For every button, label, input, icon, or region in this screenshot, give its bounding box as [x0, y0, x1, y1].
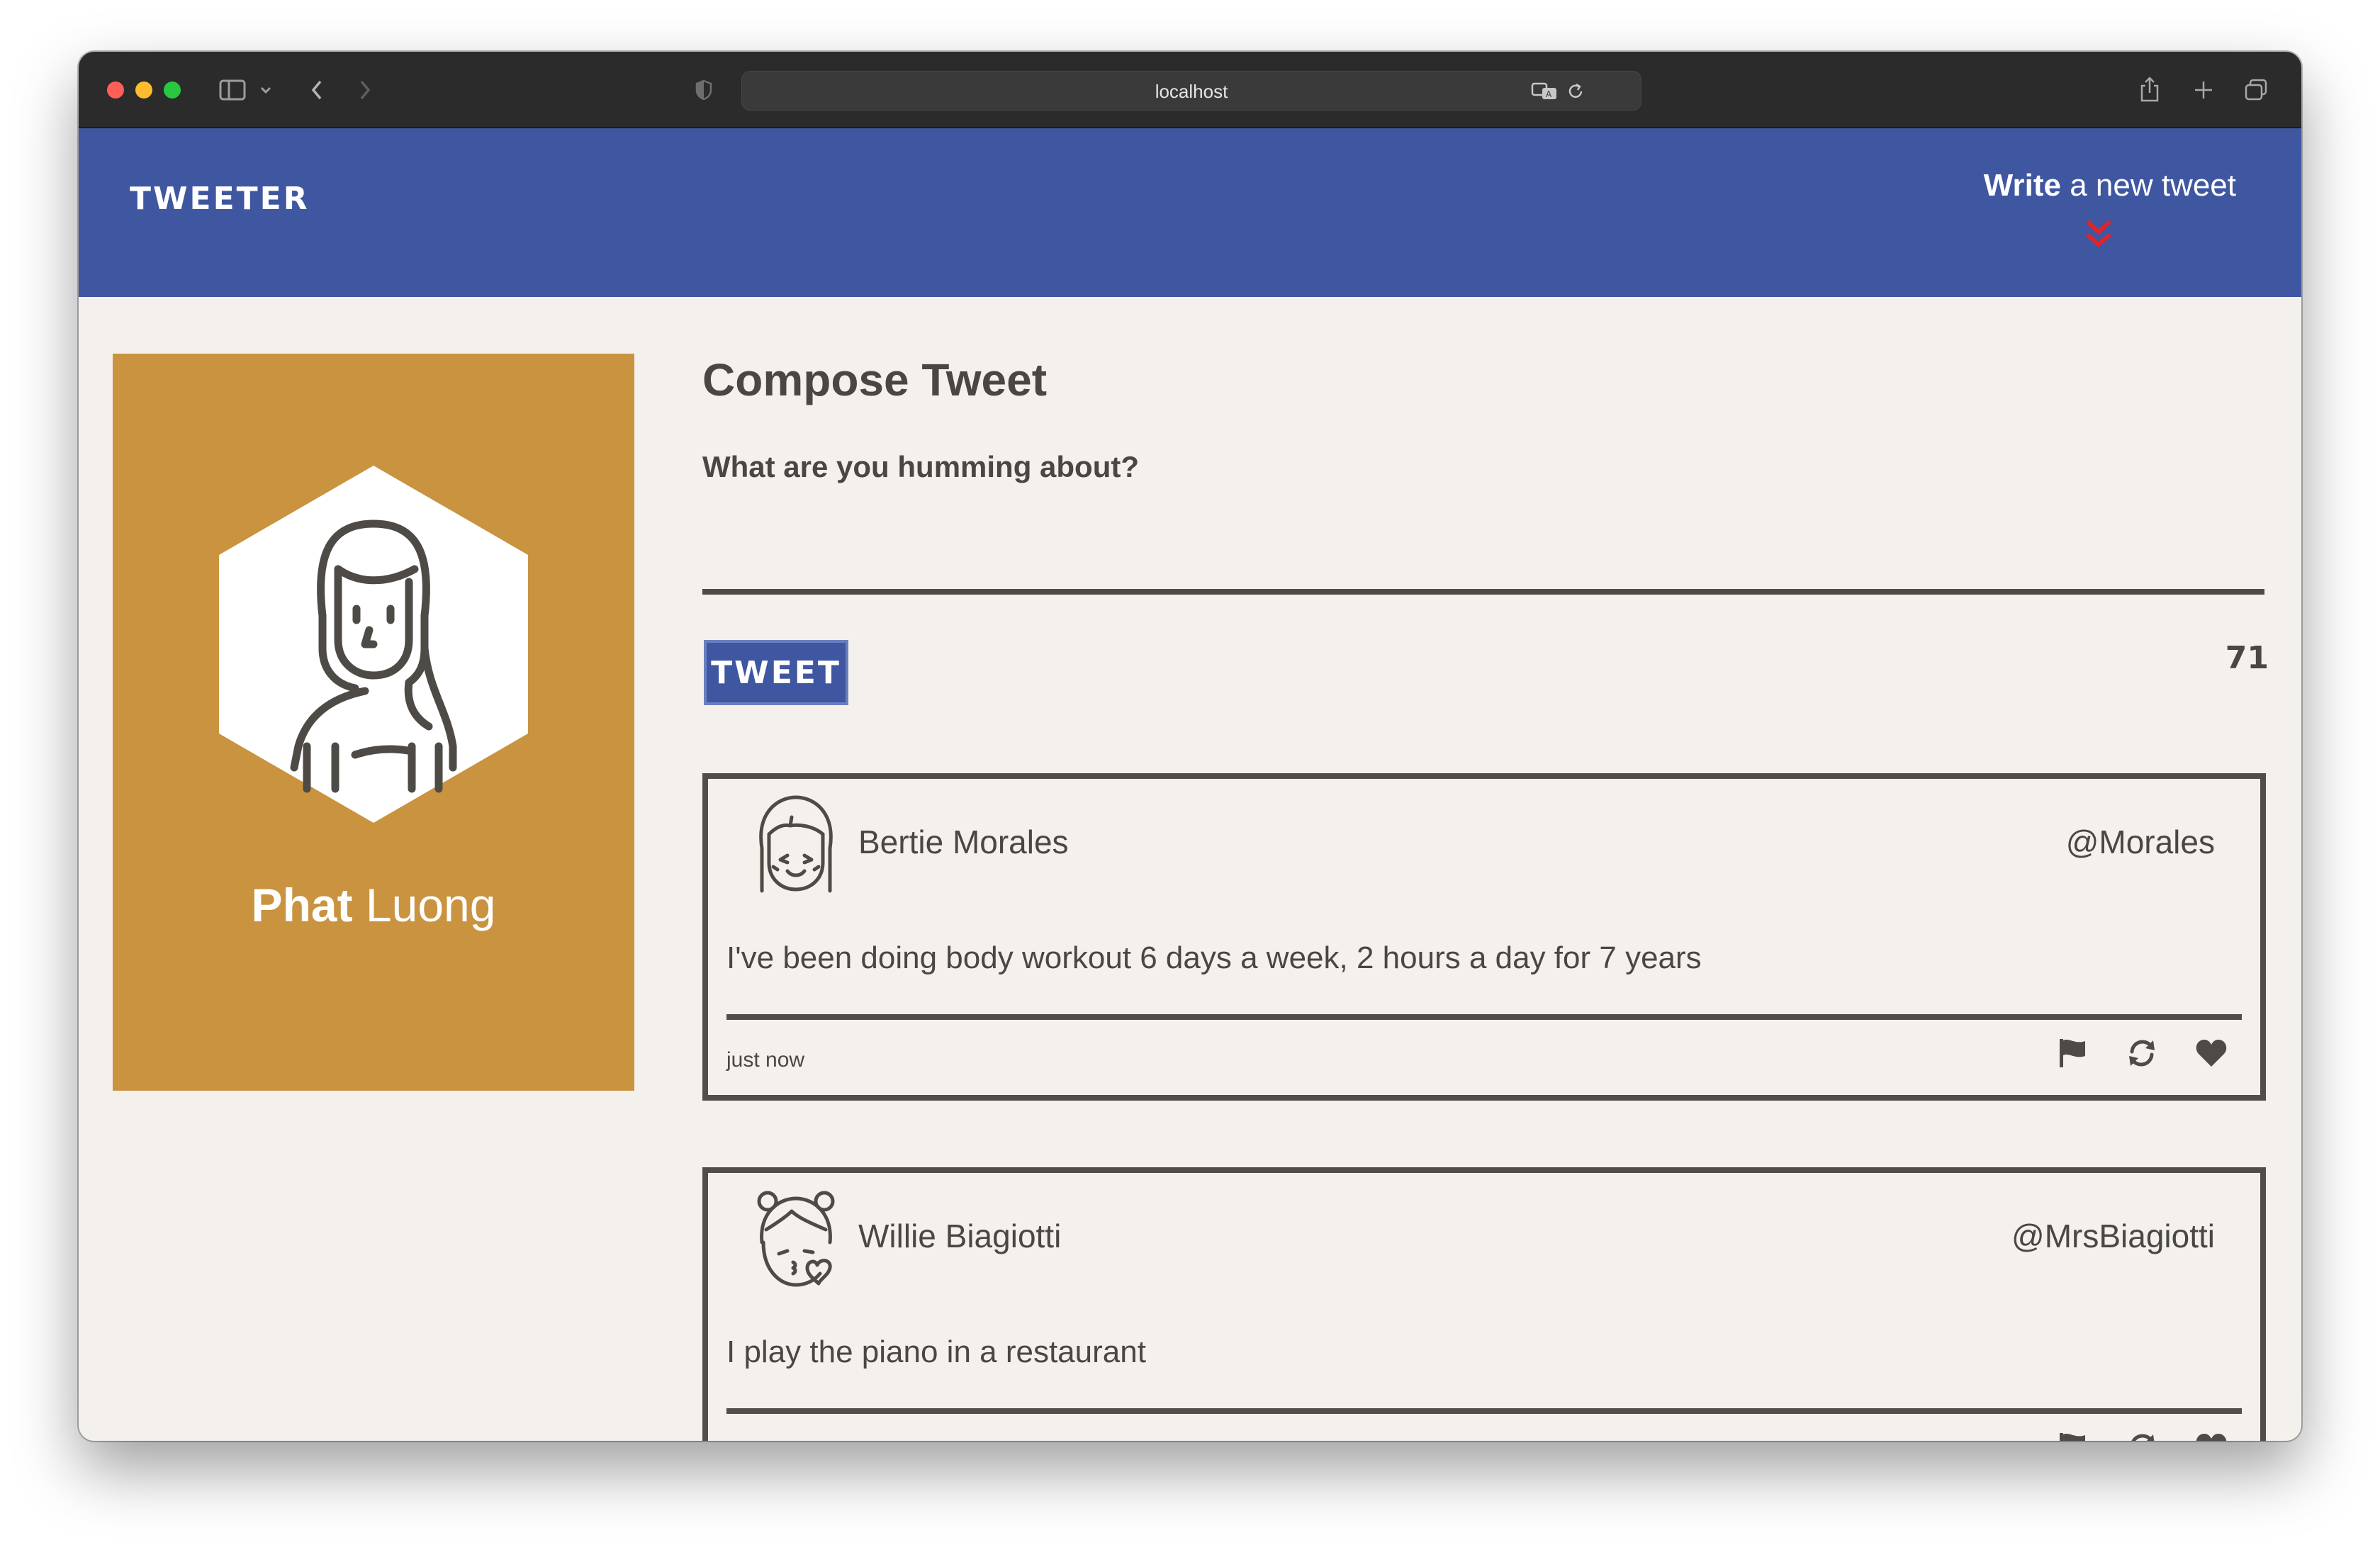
write-new-tweet-link[interactable]: Write a new tweet	[1984, 168, 2236, 203]
profile-name: Phat Luong	[113, 878, 634, 932]
profile-card: Phat Luong	[113, 354, 634, 1091]
site-logo[interactable]: TWEETER	[130, 181, 310, 217]
retweet-icon[interactable]	[2126, 1037, 2158, 1069]
sidebar-toggle-icon[interactable]	[218, 77, 249, 103]
new-tab-icon[interactable]	[2189, 76, 2218, 104]
heart-icon[interactable]	[2195, 1431, 2228, 1441]
write-link-bold: Write	[1983, 168, 2061, 203]
back-icon[interactable]	[304, 76, 330, 104]
tweet-author-name: Bertie Morales	[858, 824, 1069, 860]
site-navbar: TWEETER Write a new tweet	[79, 128, 2301, 297]
tweet-text: I've been doing body workout 6 days a we…	[726, 940, 1702, 975]
compose-label: What are you humming about?	[702, 450, 1139, 483]
tweet-divider	[726, 1408, 2242, 1414]
privacy-shield-icon[interactable]	[692, 79, 715, 101]
girl-kiss-avatar-icon	[757, 1191, 835, 1287]
tab-overview-icon[interactable]	[2242, 76, 2270, 104]
tweet-author-name: Willie Biagiotti	[858, 1218, 1062, 1254]
profile-first-name: Phat	[251, 879, 353, 931]
tweet-submit-button[interactable]: TWEET	[704, 640, 848, 705]
double-chevron-down-icon[interactable]	[2084, 218, 2113, 249]
tweet-textarea[interactable]	[702, 495, 2264, 595]
tweet-author-handle: @Morales	[2065, 824, 2215, 860]
close-window-button[interactable]	[107, 82, 124, 99]
profile-last-name: Luong	[365, 879, 496, 931]
flag-icon[interactable]	[2056, 1431, 2089, 1441]
write-link-rest: a new tweet	[2060, 168, 2236, 203]
retweet-icon[interactable]	[2126, 1431, 2158, 1441]
profile-avatar	[219, 466, 528, 823]
character-counter: 71	[2225, 640, 2269, 676]
translate-icon[interactable]: A	[1530, 79, 1559, 104]
girl-bangs-avatar-icon	[759, 795, 833, 893]
reload-icon[interactable]	[1564, 80, 1587, 103]
address-bar[interactable]: localhost A	[741, 71, 1641, 111]
address-bar-url: localhost	[1155, 81, 1228, 102]
forward-icon[interactable]	[352, 76, 378, 104]
tweet-author-handle: @MrsBiagiotti	[2011, 1218, 2215, 1254]
tweet-timestamp: just now	[726, 1048, 805, 1072]
tweet-text: I play the piano in a restaurant	[726, 1335, 1146, 1369]
heart-icon[interactable]	[2195, 1037, 2228, 1069]
minimize-window-button[interactable]	[135, 82, 152, 99]
tweet-article: Willie Biagiotti @MrsBiagiotti I play th…	[702, 1167, 2266, 1441]
tweet-actions	[2056, 1431, 2228, 1441]
chevron-down-icon[interactable]	[257, 80, 274, 100]
svg-text:A: A	[1546, 89, 1552, 99]
flag-icon[interactable]	[2056, 1037, 2089, 1069]
tweet-divider	[726, 1014, 2242, 1020]
browser-window: localhost A TWEETER Write a new tweet Ph…	[79, 52, 2301, 1441]
maximize-window-button[interactable]	[164, 82, 181, 99]
browser-toolbar: localhost A	[79, 52, 2301, 128]
tweet-article: Bertie Morales @Morales I've been doing …	[702, 773, 2266, 1101]
tweet-actions	[2056, 1037, 2228, 1069]
compose-title: Compose Tweet	[702, 354, 1047, 405]
share-icon[interactable]	[2135, 73, 2164, 106]
